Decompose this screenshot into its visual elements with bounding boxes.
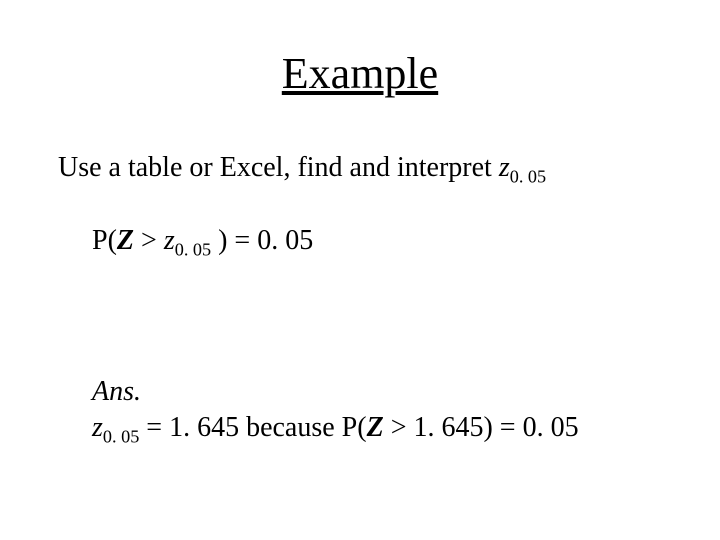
p-open: P( (92, 225, 117, 256)
prompt-text: Use a table or Excel, find and interpret (58, 152, 499, 183)
answer-label: Ans. (92, 376, 141, 408)
Z-variable: Z (117, 225, 134, 256)
prompt-line: Use a table or Excel, find and interpret… (58, 152, 546, 184)
z-variable: z (92, 412, 103, 443)
slide: Example Use a table or Excel, find and i… (0, 0, 720, 540)
probability-equation: P(Z > z0. 05 ) = 0. 05 (92, 225, 313, 257)
slide-title: Example (0, 48, 720, 99)
answer-line: z0. 05 = 1. 645 because P(Z > 1. 645) = … (92, 412, 579, 444)
eq-rest: ) = 0. 05 (211, 225, 313, 256)
gt-sign: > (134, 225, 164, 256)
Z-variable: Z (367, 412, 384, 443)
answer-tail: > 1. 645) = 0. 05 (384, 412, 579, 443)
answer-eq: = 1. 645 because P( (139, 412, 366, 443)
z-subscript: 0. 05 (175, 240, 211, 260)
z-subscript: 0. 05 (103, 427, 139, 447)
z-subscript: 0. 05 (510, 167, 546, 187)
z-variable: z (499, 152, 510, 183)
z-variable: z (164, 225, 175, 256)
